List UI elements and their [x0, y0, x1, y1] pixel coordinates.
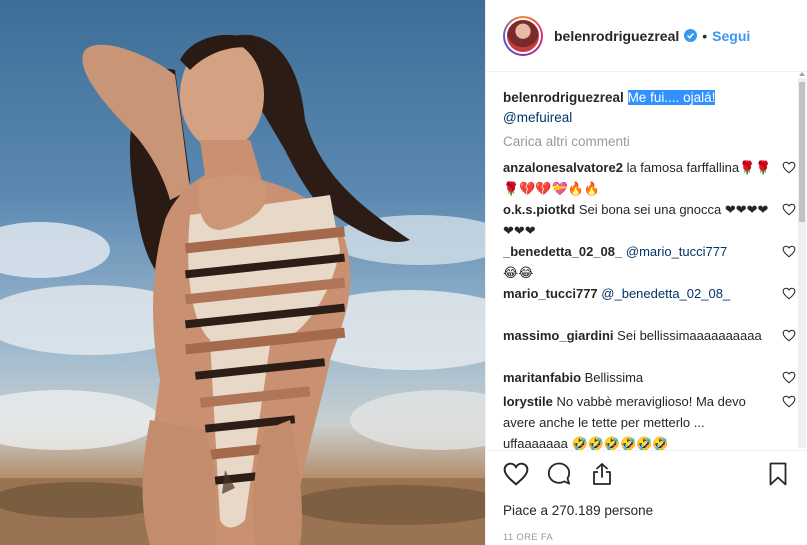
instagram-post: belenrodriguezreal • Segui belenrodrigue…	[0, 0, 807, 545]
post-photo[interactable]	[0, 0, 485, 545]
like-comment-icon[interactable]	[782, 203, 796, 216]
comment-item: _benedetta_02_08_ @mario_tucci777 😂😂	[503, 241, 796, 283]
verified-icon	[684, 29, 698, 42]
post-timestamp: 11 ORE FA	[503, 532, 554, 543]
comment-username[interactable]: massimo_giardini	[503, 328, 614, 343]
action-icons	[503, 451, 791, 497]
load-more-comments-button[interactable]: Carica altri commenti	[503, 134, 772, 149]
avatar[interactable]	[503, 15, 543, 56]
scrollbar-thumb[interactable]	[799, 82, 805, 222]
comment-item: anzalonesalvatore2 la famosa farffallina…	[503, 157, 796, 199]
comment-item: lorystile No vabbè meraviglioso! Ma devo…	[503, 391, 796, 453]
comment-item: mario_tucci777 @_benedetta_02_08_	[503, 283, 796, 325]
comment-username[interactable]: lorystile	[503, 394, 553, 409]
post-sidebar: belenrodriguezreal • Segui belenrodrigue…	[485, 0, 807, 545]
header-separator: •	[702, 27, 708, 44]
caption: belenrodriguezreal Me fui.... ojalá!	[503, 88, 772, 108]
scroll-up-icon[interactable]	[799, 72, 805, 76]
comment-mention[interactable]: @mario_tucci777	[626, 244, 727, 259]
post-actions: Piace a 270.189 persone 11 ORE FA	[486, 450, 807, 545]
save-icon[interactable]	[765, 462, 791, 486]
photo-illustration	[0, 34, 485, 545]
like-comment-icon[interactable]	[782, 329, 796, 342]
comment-item: o.k.s.piotkd Sei bona sei una gnocca ❤❤❤…	[503, 199, 796, 241]
comment-item: massimo_giardini Sei bellissimaaaaaaaaaa	[503, 325, 796, 367]
like-comment-icon[interactable]	[782, 287, 796, 300]
post-header: belenrodriguezreal • Segui	[486, 0, 807, 72]
likes-count[interactable]: Piace a 270.189 persone	[503, 503, 791, 518]
comment-mention[interactable]: @_benedetta_02_08_	[601, 286, 730, 301]
comment-username[interactable]: anzalonesalvatore2	[503, 160, 623, 175]
like-comment-icon[interactable]	[782, 245, 796, 258]
heart-icon[interactable]	[503, 462, 529, 486]
caption-text: Me fui.... ojalá!	[627, 90, 716, 105]
like-comment-icon[interactable]	[782, 161, 796, 174]
header-username[interactable]: belenrodriguezreal	[554, 28, 679, 44]
comment-username[interactable]: maritanfabio	[503, 370, 581, 385]
comments-list: belenrodriguezreal Me fui.... ojalá! @me…	[486, 72, 807, 453]
comment-icon[interactable]	[546, 462, 572, 486]
share-icon[interactable]	[589, 462, 615, 486]
caption-mention[interactable]: @mefuireal	[503, 108, 772, 128]
comment-text: 😂😂	[503, 265, 534, 280]
like-comment-icon[interactable]	[782, 371, 796, 384]
comment-username[interactable]: mario_tucci777	[503, 286, 598, 301]
comment-text: Bellissima	[584, 370, 644, 385]
comment-item: maritanfabio Bellissima	[503, 367, 796, 391]
comments-scrollbar[interactable]	[798, 72, 806, 448]
caption-username[interactable]: belenrodriguezreal	[503, 90, 624, 105]
comment-text: Sei bellissimaaaaaaaaaa	[617, 328, 762, 343]
like-comment-icon[interactable]	[782, 395, 796, 408]
comment-username[interactable]: o.k.s.piotkd	[503, 202, 575, 217]
comment-username[interactable]: _benedetta_02_08_	[503, 244, 622, 259]
follow-button[interactable]: Segui	[712, 28, 750, 44]
